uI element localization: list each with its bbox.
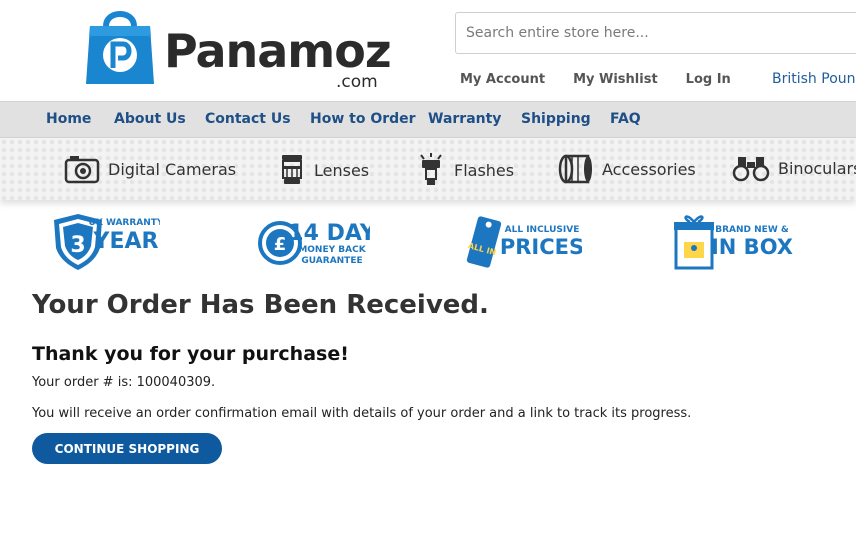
pound-symbol: £ [274, 234, 287, 255]
main-nav: Home About Us Contact Us How to Order Wa… [0, 101, 856, 138]
badge-main-text: IN BOX [711, 235, 793, 259]
badge-top-text: BRAND NEW & [715, 225, 789, 235]
nav-warranty[interactable]: Warranty [428, 111, 501, 127]
money-back-badge: £ 14 DAY MONEY BACK GUARANTEE [258, 221, 370, 266]
nav-how-to-order[interactable]: How to Order [310, 111, 416, 127]
nav-about-us[interactable]: About Us [114, 111, 186, 127]
my-wishlist-link[interactable]: My Wishlist [573, 72, 658, 87]
brand-name: Panamoz [164, 24, 392, 78]
category-digital-cameras[interactable]: Digital Cameras [64, 153, 236, 185]
all-inclusive-prices-badge: ALL IN ALL INCLUSIVE PRICES [466, 216, 582, 268]
category-flashes[interactable]: Flashes [416, 153, 514, 187]
badge-top-text: UK WARRANTY [89, 218, 160, 228]
category-bar: Digital Cameras Lenses Flashes Accessori… [0, 138, 856, 200]
nav-home[interactable]: Home [46, 111, 91, 127]
binoculars-icon [732, 157, 770, 182]
category-label: Binoculars [778, 158, 856, 178]
log-in-link[interactable]: Log In [686, 72, 731, 87]
search-input[interactable] [455, 12, 856, 54]
order-number-text: Your order # is: 100040309. [32, 375, 216, 390]
category-label: Accessories [602, 159, 696, 179]
badge-sub-text-2: GUARANTEE [301, 256, 362, 266]
confirmation-email-text: You will receive an order confirmation e… [32, 406, 692, 421]
accessories-icon [558, 154, 592, 184]
category-label: Lenses [314, 160, 370, 180]
flash-icon [420, 153, 442, 185]
category-label: Digital Cameras [108, 159, 237, 179]
thank-you-heading: Thank you for your purchase! [32, 343, 349, 365]
brand-new-in-box-badge: BRAND NEW & IN BOX [674, 215, 793, 270]
category-accessories[interactable]: Accessories [558, 153, 696, 185]
category-binoculars[interactable]: Binoculars [732, 153, 856, 183]
badge-main-text: PRICES [500, 235, 582, 259]
uk-warranty-badge: 3 UK WARRANTY YEAR [54, 214, 160, 270]
nav-contact-us[interactable]: Contact Us [205, 111, 291, 127]
badge-top-text: ALL INCLUSIVE [505, 225, 580, 235]
nav-faq[interactable]: FAQ [610, 111, 641, 127]
continue-shopping-button[interactable]: CONTINUE SHOPPING [32, 433, 222, 464]
brand-suffix: .com [336, 72, 378, 92]
page-title: Your Order Has Been Received. [32, 290, 489, 320]
badge-number: 3 [70, 233, 85, 258]
site-logo[interactable]: Panamoz .com [84, 6, 392, 94]
shopping-bag-logo-icon [86, 11, 154, 84]
lens-icon [282, 155, 302, 184]
badge-main-text: 14 DAY [288, 221, 370, 246]
category-label: Flashes [454, 160, 515, 180]
category-lenses[interactable]: Lenses [278, 153, 369, 187]
site-header: Panamoz .com My Account My Wishlist Log … [0, 0, 856, 101]
nav-shipping[interactable]: Shipping [521, 111, 591, 127]
my-account-link[interactable]: My Account [460, 72, 545, 87]
camera-icon [64, 156, 100, 184]
currency-selector[interactable]: British Pound [772, 71, 856, 87]
badge-main-text: YEAR [93, 229, 159, 254]
account-links: My Account My Wishlist Log In [460, 72, 759, 87]
badge-sub-text-1: MONEY BACK [298, 245, 366, 255]
